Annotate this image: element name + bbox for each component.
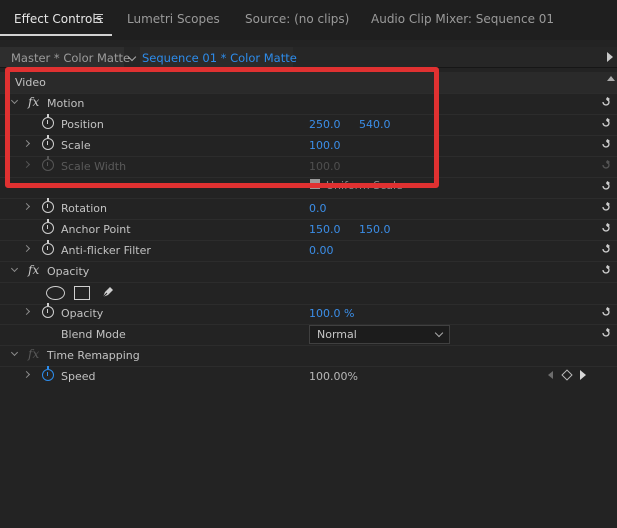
- blend-mode-row: Blend Mode Normal: [0, 324, 617, 346]
- reset-icon[interactable]: [601, 307, 611, 317]
- clip-selector-bar: Master * Color Matte Sequence 01 * Color…: [0, 47, 617, 68]
- anchor-point-x-value[interactable]: 150.0: [309, 223, 341, 236]
- stopwatch-icon[interactable]: [42, 114, 54, 129]
- active-tab-indicator: [0, 34, 112, 36]
- stopwatch-icon: [42, 156, 54, 171]
- twirl-open-icon[interactable]: [10, 348, 19, 357]
- twirl-closed-icon[interactable]: [22, 202, 31, 211]
- blend-mode-value: Normal: [317, 328, 357, 341]
- mask-tools-row: [0, 282, 617, 305]
- rectangle-mask-icon[interactable]: [74, 286, 90, 300]
- scale-width-value: 100.0: [309, 160, 341, 173]
- twirl-closed-icon[interactable]: [22, 244, 31, 253]
- reset-icon[interactable]: [601, 97, 611, 107]
- opacity-effect-row[interactable]: fx Opacity: [0, 261, 617, 283]
- anchor-point-label: Anchor Point: [61, 223, 131, 236]
- tab-lumetri-scopes[interactable]: Lumetri Scopes: [127, 12, 220, 26]
- uniform-scale-checkbox[interactable]: [310, 179, 320, 189]
- twirl-closed-icon[interactable]: [22, 139, 31, 148]
- anti-flicker-label: Anti-flicker Filter: [61, 244, 151, 257]
- opacity-value[interactable]: 100.0 %: [309, 307, 354, 320]
- opacity-label: Opacity: [47, 265, 90, 278]
- show-timeline-arrow-icon[interactable]: [607, 52, 613, 62]
- sequence-clip-label[interactable]: Sequence 01 * Color Matte: [142, 51, 297, 65]
- scale-label: Scale: [61, 139, 91, 152]
- scale-value[interactable]: 100.0: [309, 139, 341, 152]
- fx-icon[interactable]: fx: [28, 95, 39, 109]
- reset-icon[interactable]: [601, 181, 611, 191]
- ellipse-mask-icon[interactable]: [46, 286, 65, 300]
- chevron-down-icon: [434, 328, 444, 338]
- reset-icon[interactable]: [601, 244, 611, 254]
- scale-width-label: Scale Width: [61, 160, 127, 173]
- reset-icon[interactable]: [601, 223, 611, 233]
- fx-icon[interactable]: fx: [28, 263, 39, 277]
- tab-source[interactable]: Source: (no clips): [245, 12, 349, 26]
- fx-icon: fx: [28, 347, 40, 361]
- anti-flicker-value[interactable]: 0.00: [309, 244, 334, 257]
- uniform-scale-label: Uniform Scale: [326, 179, 403, 192]
- reset-icon[interactable]: [601, 265, 611, 275]
- master-clip-label: Master * Color Matte: [11, 51, 131, 65]
- blend-mode-label: Blend Mode: [61, 328, 126, 341]
- blend-mode-dropdown[interactable]: Normal: [309, 325, 450, 344]
- motion-effect-row[interactable]: fx Motion: [0, 93, 617, 115]
- add-keyframe-icon[interactable]: [561, 369, 573, 381]
- next-keyframe-icon[interactable]: [580, 370, 586, 380]
- scale-row: Scale 100.0: [0, 135, 617, 157]
- speed-label: Speed: [61, 370, 96, 383]
- time-remapping-effect-row[interactable]: fx Time Remapping: [0, 345, 617, 367]
- anchor-point-row: Anchor Point 150.0 150.0: [0, 219, 617, 241]
- twirl-open-icon[interactable]: [10, 264, 19, 273]
- stopwatch-icon[interactable]: [42, 303, 54, 318]
- reset-icon[interactable]: [601, 328, 611, 338]
- time-remapping-label: Time Remapping: [47, 349, 140, 362]
- video-section-header: Video: [0, 72, 617, 94]
- position-x-value[interactable]: 250.0: [309, 118, 341, 131]
- reset-icon: [602, 160, 610, 169]
- opacity-property-label: Opacity: [61, 307, 104, 320]
- twirl-closed-icon: [22, 160, 31, 169]
- tab-audio-clip-mixer[interactable]: Audio Clip Mixer: Sequence 01: [371, 12, 554, 26]
- stopwatch-icon[interactable]: [42, 135, 54, 150]
- previous-keyframe-icon[interactable]: [548, 371, 553, 379]
- speed-row: Speed 100.00%: [0, 366, 617, 387]
- twirl-open-icon[interactable]: [10, 96, 19, 105]
- anti-flicker-row: Anti-flicker Filter 0.00: [0, 240, 617, 262]
- position-y-value[interactable]: 540.0: [359, 118, 391, 131]
- anchor-point-y-value[interactable]: 150.0: [359, 223, 391, 236]
- position-label: Position: [61, 118, 104, 131]
- rotation-row: Rotation 0.0: [0, 198, 617, 220]
- position-row: Position 250.0 540.0: [0, 114, 617, 136]
- stopwatch-icon[interactable]: [42, 366, 54, 381]
- twirl-closed-icon[interactable]: [22, 370, 31, 379]
- uniform-scale-row: Uniform Scale: [0, 177, 617, 199]
- scroll-up-arrow-icon[interactable]: [607, 76, 615, 81]
- reset-icon[interactable]: [601, 139, 611, 149]
- speed-value[interactable]: 100.00%: [309, 370, 358, 383]
- master-clip-tab[interactable]: Master * Color Matte: [0, 47, 130, 67]
- stopwatch-icon[interactable]: [42, 240, 54, 255]
- panel-tab-bar: Effect Controls Lumetri Scopes Source: (…: [0, 0, 617, 40]
- reset-icon[interactable]: [601, 202, 611, 212]
- stopwatch-icon[interactable]: [42, 198, 54, 213]
- tab-effect-controls[interactable]: Effect Controls: [14, 12, 102, 26]
- motion-label: Motion: [47, 97, 85, 110]
- scale-width-row: Scale Width 100.0: [0, 156, 617, 178]
- hamburger-menu-icon[interactable]: [94, 14, 103, 23]
- opacity-property-row: Opacity 100.0 %: [0, 303, 617, 325]
- twirl-closed-icon[interactable]: [22, 307, 31, 316]
- reset-icon[interactable]: [601, 118, 611, 128]
- rotation-label: Rotation: [61, 202, 108, 215]
- rotation-value[interactable]: 0.0: [309, 202, 327, 215]
- stopwatch-icon[interactable]: [42, 219, 54, 234]
- pen-mask-icon[interactable]: [100, 284, 116, 300]
- video-section-label: Video: [15, 76, 46, 89]
